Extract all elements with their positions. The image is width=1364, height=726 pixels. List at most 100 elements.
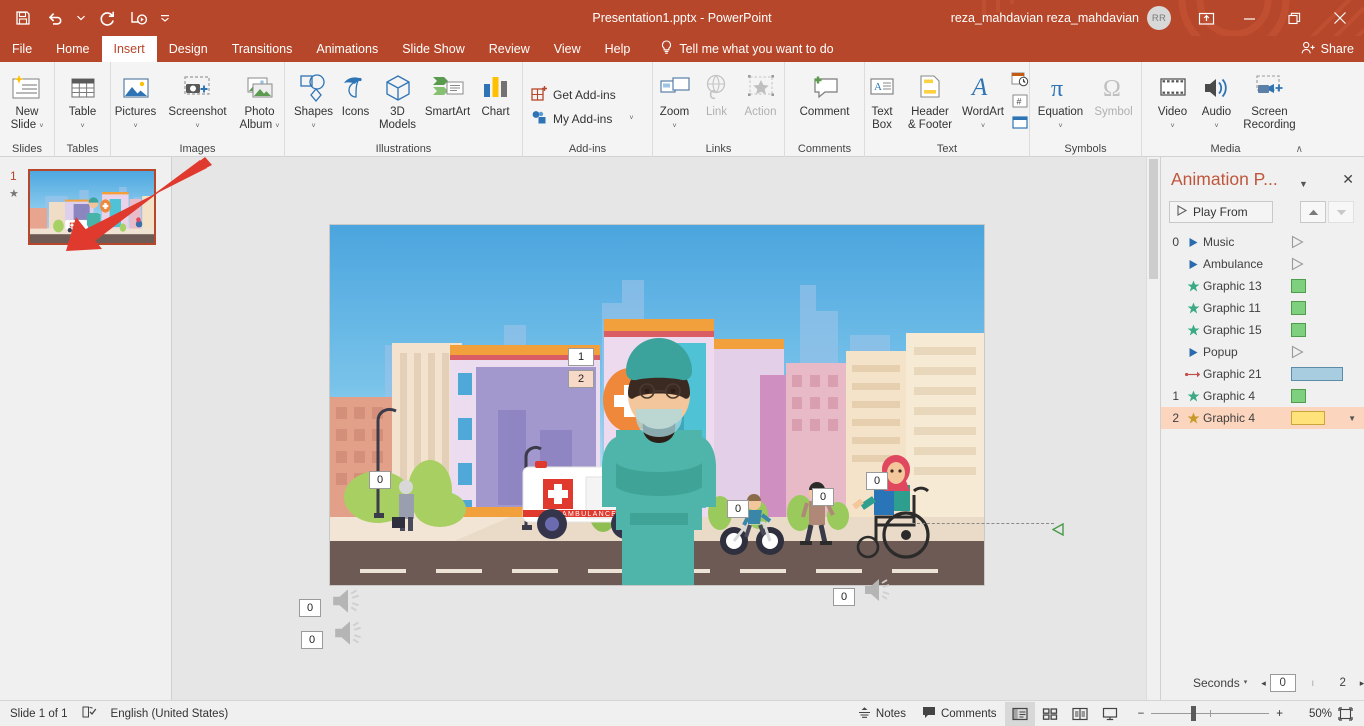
- chevron-down-icon[interactable]: ˅: [1170, 123, 1174, 130]
- timeline-unit-selector[interactable]: Seconds ▾: [1193, 676, 1247, 690]
- timeline-scroll-right-icon[interactable]: ▸: [1360, 678, 1364, 689]
- wordart-button[interactable]: A WordArt ˅: [958, 65, 1008, 131]
- animation-tag-audio-1[interactable]: 0: [299, 599, 321, 617]
- comment-button[interactable]: Comment: [790, 65, 860, 119]
- header-footer-button[interactable]: Header & Footer: [902, 65, 958, 131]
- animation-timing-bar[interactable]: [1291, 257, 1305, 271]
- chevron-down-icon[interactable]: ˅: [672, 123, 676, 130]
- start-from-beginning-icon[interactable]: [124, 5, 154, 31]
- zoom-thumb[interactable]: [1191, 706, 1197, 721]
- animation-item-graphic-15[interactable]: Graphic 15: [1161, 319, 1364, 341]
- animation-timing-bar[interactable]: [1291, 301, 1306, 315]
- get-add-ins-button[interactable]: Get Add-ins: [527, 83, 620, 107]
- chevron-down-icon[interactable]: ▾: [1244, 679, 1248, 687]
- chevron-down-icon[interactable]: ˅: [981, 123, 985, 130]
- zoom-out-button[interactable]: −: [1131, 708, 1152, 720]
- zoom-level[interactable]: 50%: [1296, 708, 1332, 720]
- normal-view-button[interactable]: [1004, 701, 1035, 726]
- notes-button[interactable]: Notes: [850, 702, 914, 726]
- animation-item-graphic-13[interactable]: Graphic 13: [1161, 275, 1364, 297]
- animation-timing-bar[interactable]: [1291, 367, 1343, 381]
- tab-help[interactable]: Help: [593, 36, 643, 62]
- tab-review[interactable]: Review: [477, 36, 542, 62]
- slide-sorter-view-button[interactable]: [1035, 702, 1065, 726]
- animation-tag-walker[interactable]: 0: [812, 488, 834, 506]
- close-button[interactable]: [1317, 0, 1362, 36]
- animation-item-graphic-11[interactable]: Graphic 11: [1161, 297, 1364, 319]
- chevron-down-icon[interactable]: ˅: [629, 115, 633, 123]
- animation-timing-bar[interactable]: [1291, 411, 1325, 425]
- tab-slide-show[interactable]: Slide Show: [390, 36, 477, 62]
- chevron-down-icon[interactable]: ˅: [311, 123, 315, 130]
- undo-dropdown-icon[interactable]: [72, 5, 90, 31]
- animation-pane-close-icon[interactable]: ✕: [1342, 171, 1354, 188]
- chevron-down-icon[interactable]: ˅: [80, 123, 84, 130]
- pictures-button[interactable]: Pictures ˅: [105, 65, 167, 131]
- zoom-track[interactable]: [1151, 706, 1270, 721]
- tell-me-box[interactable]: Tell me what you want to do: [660, 36, 834, 62]
- move-earlier-button[interactable]: [1300, 201, 1326, 223]
- icons-button[interactable]: Icons: [336, 65, 376, 119]
- zoom-button[interactable]: Zoom ˅: [653, 65, 697, 131]
- animation-timing-bar[interactable]: [1291, 235, 1305, 249]
- tab-file[interactable]: File: [0, 36, 44, 62]
- account-name[interactable]: reza_mahdavian reza_mahdavian: [951, 11, 1139, 25]
- screen-recording-button[interactable]: Screen Recording: [1239, 65, 1301, 131]
- customize-quick-access-toolbar-icon[interactable]: [156, 5, 174, 31]
- motion-path-line[interactable]: [912, 523, 1054, 524]
- chevron-down-icon[interactable]: ˅: [195, 123, 199, 130]
- thumbnail-item-1[interactable]: 1 ★: [0, 157, 171, 245]
- chart-button[interactable]: Chart: [476, 65, 516, 119]
- redo-icon[interactable]: [92, 5, 122, 31]
- fit-to-window-button[interactable]: [1332, 702, 1358, 726]
- collapse-ribbon-button[interactable]: ∧: [1296, 144, 1303, 155]
- chevron-down-icon[interactable]: ˅: [1058, 123, 1062, 130]
- canvas-vertical-scrollbar[interactable]: [1146, 157, 1160, 700]
- zoom-in-button[interactable]: +: [1269, 708, 1290, 720]
- animation-item-menu-icon[interactable]: ▼: [1348, 414, 1356, 423]
- smartart-button[interactable]: SmartArt: [420, 65, 476, 119]
- animation-timing-bar[interactable]: [1291, 323, 1306, 337]
- animation-tag-bicycle[interactable]: 0: [727, 500, 749, 518]
- animation-item-ambulance[interactable]: Ambulance: [1161, 253, 1364, 275]
- photo-album-button[interactable]: Photo Album ˅: [229, 65, 291, 131]
- animation-item-music[interactable]: 0 Music: [1161, 231, 1364, 253]
- chevron-down-icon[interactable]: ˅: [275, 123, 279, 130]
- timeline-start-value[interactable]: 0: [1269, 674, 1296, 692]
- thumbnail-preview[interactable]: [28, 169, 156, 245]
- tab-animations[interactable]: Animations: [304, 36, 390, 62]
- audio-object-2-icon[interactable]: [332, 617, 368, 652]
- minimize-button[interactable]: [1227, 0, 1272, 36]
- tab-view[interactable]: View: [542, 36, 593, 62]
- restore-button[interactable]: [1272, 0, 1317, 36]
- slide-editing-area[interactable]: AMBULANCE 1 2 0 0 0 0: [330, 225, 984, 585]
- zoom-slider[interactable]: − +: [1131, 706, 1290, 721]
- animation-tag-lamp-left[interactable]: 0: [369, 471, 391, 489]
- slide-indicator[interactable]: Slide 1 of 1: [10, 708, 68, 720]
- animation-timing-bar[interactable]: [1291, 389, 1306, 403]
- slide-show-button[interactable]: [1095, 702, 1125, 726]
- slide-thumbnail-pane[interactable]: 1 ★: [0, 157, 172, 700]
- undo-icon[interactable]: [40, 5, 70, 31]
- ribbon-display-options-icon[interactable]: [1185, 0, 1227, 36]
- timeline-scroll-left-icon[interactable]: ◂: [1261, 678, 1266, 689]
- screenshot-button[interactable]: Screenshot ˅: [167, 65, 229, 131]
- chevron-down-icon[interactable]: ˅: [39, 123, 43, 130]
- animation-item-graphic-4-b[interactable]: 2 Graphic 4 ▼: [1161, 407, 1364, 429]
- animation-timing-bar[interactable]: [1291, 279, 1306, 293]
- animation-list[interactable]: 0 Music Ambulance Graphic 13 Graphic 11 …: [1161, 231, 1364, 429]
- save-icon[interactable]: [8, 5, 38, 31]
- tab-insert[interactable]: Insert: [101, 36, 157, 62]
- spellcheck-icon[interactable]: [82, 705, 97, 722]
- animation-tag-building-1[interactable]: 1: [568, 348, 594, 366]
- tab-home[interactable]: Home: [44, 36, 101, 62]
- animation-item-graphic-4-a[interactable]: 1 Graphic 4: [1161, 385, 1364, 407]
- animation-item-popup[interactable]: Popup: [1161, 341, 1364, 363]
- equation-button[interactable]: π Equation ˅: [1033, 65, 1089, 131]
- audio-object-bottom-right-icon[interactable]: [862, 575, 896, 608]
- video-button[interactable]: Video ˅: [1151, 65, 1195, 131]
- animation-tag-audio-2[interactable]: 0: [301, 631, 323, 649]
- motion-path-endpoint-icon[interactable]: [1051, 517, 1064, 537]
- new-slide-button[interactable]: New Slide ˅: [0, 65, 58, 131]
- animation-pane-menu-icon[interactable]: ▼: [1299, 179, 1308, 189]
